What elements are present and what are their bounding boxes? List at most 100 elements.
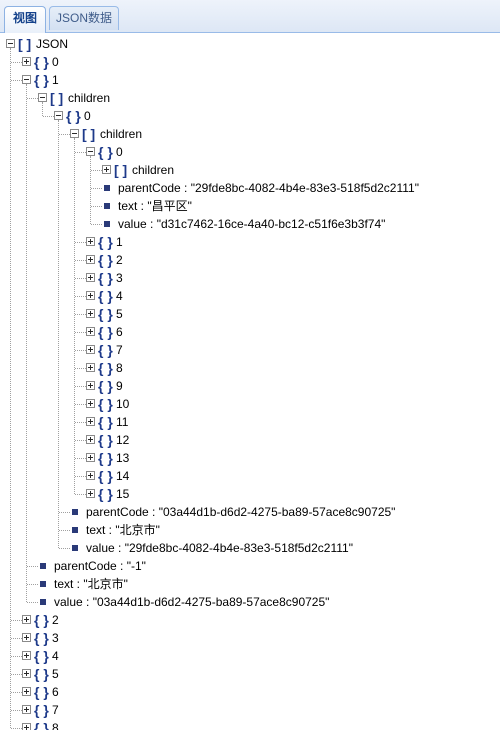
tree-node[interactable]: { } 6 (0, 323, 500, 341)
expand-icon[interactable] (86, 255, 95, 264)
expand-icon[interactable] (86, 273, 95, 282)
tree-node-label: text : "北京市" (86, 523, 160, 537)
tree-node-label: 3 (116, 271, 123, 285)
tree-node-label: value : "d31c7462-16ce-4a40-bc12-c51f6e3… (118, 217, 386, 231)
array-bracket-icon: [ ] (114, 162, 128, 178)
expand-icon[interactable] (22, 633, 31, 642)
tree-node[interactable]: { } 11 (0, 413, 500, 431)
array-bracket-icon: [ ] (18, 36, 32, 52)
expand-icon[interactable] (86, 291, 95, 300)
expand-icon[interactable] (86, 309, 95, 318)
tree-branch-line (27, 584, 38, 585)
tree-node[interactable]: { } 0 (0, 143, 500, 161)
collapse-icon[interactable] (70, 129, 79, 138)
tree-node[interactable]: { } 5 (0, 665, 500, 683)
tree-node[interactable]: parentCode : "29fde8bc-4082-4b4e-83e3-51… (0, 179, 500, 197)
expand-icon[interactable] (102, 165, 111, 174)
tree-branch-line (43, 116, 54, 117)
tree-node[interactable]: { } 5 (0, 305, 500, 323)
object-brace-icon: { } (98, 342, 113, 358)
object-brace-icon: { } (98, 306, 113, 322)
tree-node[interactable]: { } 8 (0, 359, 500, 377)
tree-node[interactable]: [ ] children (0, 125, 500, 143)
tree-node-label: 11 (116, 415, 129, 429)
tab-view[interactable]: 视图 (4, 6, 46, 33)
tree-node[interactable]: { } 6 (0, 683, 500, 701)
tree-node[interactable]: value : "d31c7462-16ce-4a40-bc12-c51f6e3… (0, 215, 500, 233)
tree-branch-line (75, 440, 86, 441)
expand-icon[interactable] (86, 471, 95, 480)
tree-branch-line (11, 80, 22, 81)
tree-node-label: 1 (52, 73, 59, 87)
tree-node[interactable]: text : "北京市" (0, 575, 500, 593)
collapse-icon[interactable] (6, 39, 15, 48)
tree-node[interactable]: { } 7 (0, 341, 500, 359)
expand-icon[interactable] (86, 399, 95, 408)
tree-branch-line (11, 62, 22, 63)
collapse-icon[interactable] (86, 147, 95, 156)
object-brace-icon: { } (98, 450, 113, 466)
tree-node[interactable]: { } 2 (0, 251, 500, 269)
tab-json-data[interactable]: JSON数据 (49, 6, 119, 30)
expand-icon[interactable] (22, 705, 31, 714)
collapse-icon[interactable] (38, 93, 47, 102)
tree-node[interactable]: { } 10 (0, 395, 500, 413)
expand-icon[interactable] (86, 363, 95, 372)
tree-node-label: 15 (116, 487, 130, 501)
tree-node[interactable]: { } 0 (0, 107, 500, 125)
tree-node-label: value : "03a44d1b-d6d2-4275-ba89-57ace8c… (54, 595, 330, 609)
tree-branch-line (27, 566, 38, 567)
tree-node[interactable]: { } 13 (0, 449, 500, 467)
tree-node[interactable]: { } 4 (0, 287, 500, 305)
tree-node[interactable]: { } 1 (0, 233, 500, 251)
tree-node[interactable]: [ ] JSON (0, 35, 500, 53)
tree-branch-line (75, 422, 86, 423)
tree-node[interactable]: [ ] children (0, 161, 500, 179)
tree-node[interactable]: text : "昌平区" (0, 197, 500, 215)
tree-node[interactable]: { } 0 (0, 53, 500, 71)
collapse-icon[interactable] (22, 75, 31, 84)
tree-node[interactable]: { } 1 (0, 71, 500, 89)
expand-icon[interactable] (86, 435, 95, 444)
expand-icon[interactable] (86, 381, 95, 390)
expand-icon[interactable] (86, 489, 95, 498)
tree-node[interactable]: value : "03a44d1b-d6d2-4275-ba89-57ace8c… (0, 593, 500, 611)
tree-node[interactable]: { } 3 (0, 629, 500, 647)
tree-node[interactable]: { } 4 (0, 647, 500, 665)
expand-icon[interactable] (86, 327, 95, 336)
tree-node[interactable]: { } 2 (0, 611, 500, 629)
expand-icon[interactable] (86, 345, 95, 354)
tree-node[interactable]: { } 12 (0, 431, 500, 449)
tree-node[interactable]: { } 3 (0, 269, 500, 287)
expand-icon[interactable] (86, 237, 95, 246)
expand-icon[interactable] (22, 57, 31, 66)
collapse-icon[interactable] (54, 111, 63, 120)
expand-icon[interactable] (22, 669, 31, 678)
tree-node-label: JSON (36, 37, 69, 51)
tree-node[interactable]: value : "29fde8bc-4082-4b4e-83e3-518f5d2… (0, 539, 500, 557)
tree-node-label: parentCode : "29fde8bc-4082-4b4e-83e3-51… (118, 181, 419, 195)
object-brace-icon: { } (98, 252, 113, 268)
expand-icon[interactable] (22, 651, 31, 660)
tree-node[interactable]: parentCode : "-1" (0, 557, 500, 575)
expand-icon[interactable] (22, 723, 31, 730)
tree-node[interactable]: parentCode : "03a44d1b-d6d2-4275-ba89-57… (0, 503, 500, 521)
tree-branch-line (27, 602, 38, 603)
tree-node[interactable]: { } 9 (0, 377, 500, 395)
tree-branch-line (11, 692, 22, 693)
tree-node-label: 0 (116, 145, 123, 159)
expand-icon[interactable] (22, 687, 31, 696)
expand-icon[interactable] (86, 453, 95, 462)
tree-node-label: 1 (116, 235, 123, 249)
tree-node[interactable]: { } 8 (0, 719, 500, 730)
expand-icon[interactable] (86, 417, 95, 426)
tree-node[interactable]: { } 15 (0, 485, 500, 503)
leaf-bullet-icon (104, 203, 110, 209)
tree-node[interactable]: [ ] children (0, 89, 500, 107)
tree-node[interactable]: { } 14 (0, 467, 500, 485)
expand-icon[interactable] (22, 615, 31, 624)
tree-branch-line (11, 728, 22, 729)
tree-node[interactable]: { } 7 (0, 701, 500, 719)
tree-node[interactable]: text : "北京市" (0, 521, 500, 539)
tree-node-label: children (100, 127, 143, 141)
